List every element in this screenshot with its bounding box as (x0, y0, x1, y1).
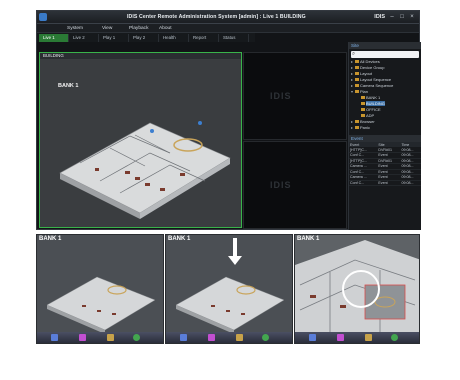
snapshot-icon[interactable] (107, 334, 114, 341)
view-toolbar (295, 332, 419, 343)
map-view-building[interactable]: BUILDING BANK 1 (39, 52, 242, 228)
previous-icon[interactable] (309, 334, 316, 341)
map-view-bank-1[interactable]: BANK 1 (36, 234, 164, 344)
menu-system[interactable]: System (67, 26, 83, 31)
folder-icon (355, 78, 359, 82)
tree-item-label: All Devices (360, 59, 380, 64)
event-panel-title: Event (349, 135, 421, 142)
tree-item-label: Layout Sequence (360, 77, 392, 82)
event-cell: Conf C... (349, 180, 378, 186)
callout-circle (342, 270, 380, 308)
main-window: IDIS Center Remote Administration System… (36, 10, 421, 230)
idis-watermark: IDIS (270, 91, 292, 101)
site-tree: ▸ All Devices ▸ Device Group ▸ Layout ▸ Layout … (349, 59, 421, 131)
floor-plan-image (59, 121, 231, 219)
menu-about[interactable]: About (159, 26, 172, 31)
event-row[interactable]: Camera ... Event 09:08... (349, 174, 421, 181)
camera-cell-3[interactable]: IDIS (243, 141, 347, 229)
event-cell: Event (377, 180, 401, 186)
app-icon (39, 13, 47, 21)
camera-cell-2[interactable]: IDIS (243, 52, 347, 140)
floor-plan-image (46, 276, 156, 334)
view-toolbar (166, 332, 292, 343)
tree-item-label: Browser (360, 119, 375, 124)
close-icon[interactable]: × (408, 13, 416, 21)
tab-bar: Live 1 Live 2 Play 1 Play 2 Health Repor… (37, 33, 255, 42)
folder-icon (361, 96, 365, 100)
folder-icon (355, 90, 359, 94)
event-row[interactable]: Conf C... Event 09:08... (349, 180, 421, 186)
tree-item-label: BUILDING (366, 101, 385, 106)
maximize-icon[interactable]: □ (398, 13, 406, 21)
site-panel: Site ⌕ ▸ All Devices ▸ Device Group ▸ Layout ▸… (348, 42, 421, 230)
menu-playback[interactable]: Playback (129, 26, 148, 31)
tree-item-label: Plan (360, 89, 369, 94)
folder-icon (355, 66, 359, 70)
tab-play-1[interactable]: Play 1 (99, 34, 129, 42)
folder-icon (355, 72, 359, 76)
tab-live-2[interactable]: Live 2 (69, 34, 99, 42)
site-search-input[interactable]: ⌕ (351, 51, 419, 58)
tree-item-label: Layout (360, 71, 373, 76)
tree-item-label: BANK 1 (366, 95, 381, 100)
folder-icon (355, 84, 359, 88)
window-title: IDIS Center Remote Administration System… (127, 14, 306, 20)
pen-icon[interactable] (79, 334, 86, 341)
refresh-icon[interactable] (391, 334, 398, 341)
callout-arrow (233, 238, 237, 258)
callout-arrow-head (228, 256, 242, 265)
event-row[interactable]: [HTTP]C... DVR#01 09:08... (349, 158, 421, 164)
snapshot-icon[interactable] (236, 334, 243, 341)
previous-icon[interactable] (180, 334, 187, 341)
event-table: Event Site Time [HTTP]C... DVR#01 09:08...… (349, 142, 421, 186)
event-row[interactable]: Conf C... Event 09:08... (349, 169, 421, 175)
tree-item[interactable]: ▸ Panic (351, 125, 421, 131)
tab-health[interactable]: Health (159, 34, 189, 42)
snapshot-icon[interactable] (365, 334, 372, 341)
tab-live-1[interactable]: Live 1 (39, 34, 69, 42)
tab-status[interactable]: Status (219, 34, 249, 42)
brand-logo: IDIS (374, 14, 385, 20)
minimize-icon[interactable]: – (388, 13, 396, 21)
folder-icon (355, 60, 359, 64)
tab-play-2[interactable]: Play 2 (129, 34, 159, 42)
title-bar: IDIS Center Remote Administration System… (37, 11, 419, 24)
folder-icon (361, 114, 365, 118)
idis-watermark: IDIS (270, 180, 292, 190)
search-icon: ⌕ (352, 51, 356, 57)
tree-item-label: OFFICE (366, 107, 381, 112)
event-cell: 09:08... (400, 180, 421, 186)
view-toolbar (37, 332, 163, 343)
event-row[interactable]: Conf C... Event 09:08... (349, 152, 421, 159)
tree-item-label: Device Group (360, 65, 385, 70)
event-row[interactable]: Camera ... Event 09:08... (349, 163, 421, 170)
refresh-icon[interactable] (133, 334, 140, 341)
menu-bar: System View Playback About (37, 24, 419, 33)
pen-icon[interactable] (337, 334, 344, 341)
tree-item-label: Panic (360, 125, 371, 130)
map-view-bank-2[interactable]: BANK 1 (165, 234, 293, 344)
refresh-icon[interactable] (262, 334, 269, 341)
folder-icon (355, 120, 359, 124)
pen-icon[interactable] (208, 334, 215, 341)
site-panel-title: Site (349, 42, 421, 49)
floor-plan-image (175, 276, 285, 334)
tab-report[interactable]: Report (189, 34, 219, 42)
menu-view[interactable]: View (102, 26, 112, 31)
folder-icon (361, 108, 365, 112)
folder-icon (355, 126, 359, 130)
tree-item-label: ADP (366, 113, 375, 118)
folder-icon (361, 102, 365, 106)
previous-icon[interactable] (51, 334, 58, 341)
tree-item-label: Camera Sequence (360, 83, 394, 88)
